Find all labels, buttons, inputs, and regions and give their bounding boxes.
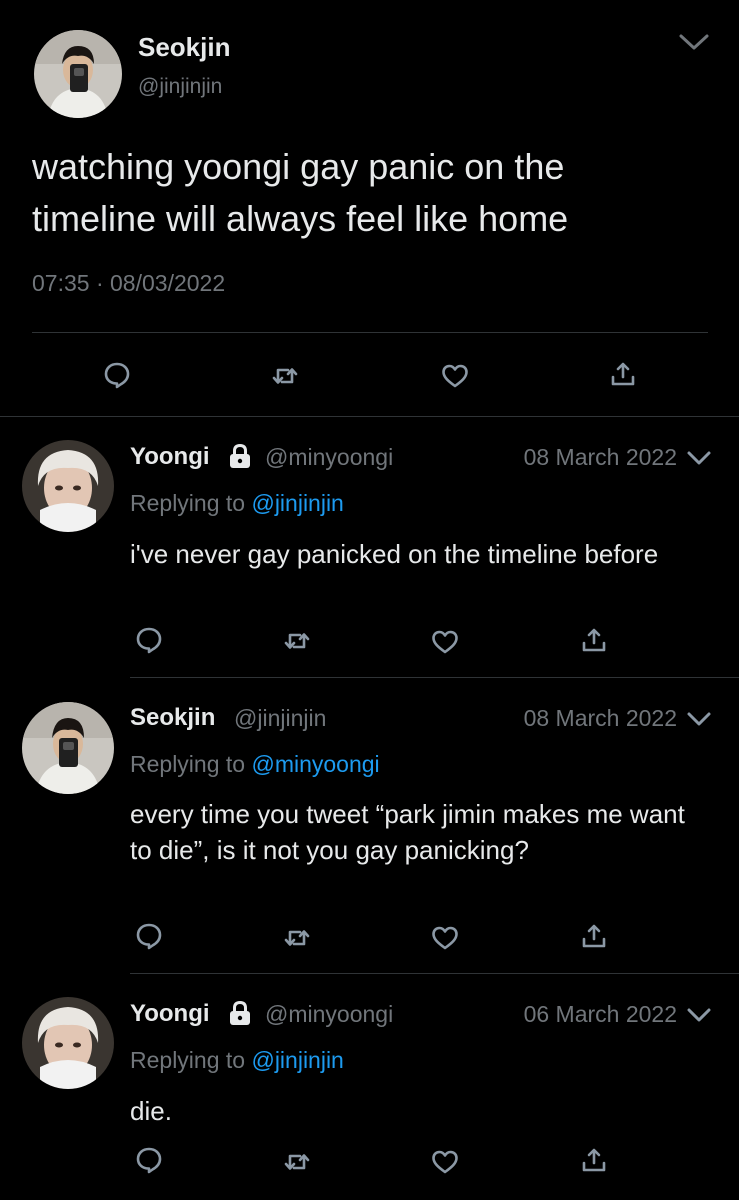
chevron-down-icon[interactable]	[678, 32, 710, 52]
tweet-time: 07:35	[32, 270, 90, 296]
reply-date[interactable]: 08 March 2022	[524, 705, 677, 732]
avatar-seokjin[interactable]	[34, 30, 122, 118]
share-button[interactable]	[579, 921, 609, 951]
heart-icon	[432, 926, 458, 950]
retweet-icon	[284, 1154, 310, 1170]
reply-text: die.	[130, 1096, 172, 1126]
reply-date[interactable]: 06 March 2022	[524, 1001, 677, 1028]
divider	[32, 332, 708, 333]
replying-prefix: Replying to	[130, 490, 252, 516]
heart-icon	[432, 1150, 458, 1174]
replying-prefix: Replying to	[130, 751, 252, 777]
avatar-yoongi[interactable]	[22, 440, 114, 532]
reply-author-handle[interactable]: @minyoongi	[265, 444, 393, 471]
reply-button[interactable]	[134, 921, 164, 951]
mention-link[interactable]: @jinjinjin	[251, 490, 343, 516]
retweet-button[interactable]	[282, 1147, 312, 1177]
like-button[interactable]	[430, 1147, 460, 1177]
main-tweet-timestamp[interactable]: 07:35 · 08/03/2022	[32, 270, 225, 297]
replying-to: Replying to @jinjinjin	[130, 1047, 344, 1074]
share-button[interactable]	[579, 1145, 609, 1175]
replying-prefix: Replying to	[130, 1047, 252, 1073]
reply-author-name[interactable]: Yoongi	[130, 1000, 210, 1028]
reply-button[interactable]	[134, 625, 164, 655]
reply-icon	[136, 1147, 162, 1174]
lock-icon	[227, 443, 253, 469]
divider	[130, 677, 739, 678]
reply-author-handle[interactable]: @jinjinjin	[234, 705, 326, 732]
reply-icon	[136, 923, 162, 950]
retweet-button[interactable]	[270, 361, 300, 391]
main-author-name[interactable]: Seokjin	[138, 32, 230, 63]
share-icon	[611, 362, 635, 386]
heart-icon	[442, 364, 468, 388]
retweet-icon	[284, 930, 310, 946]
reply-button[interactable]	[134, 1145, 164, 1175]
share-button[interactable]	[579, 625, 609, 655]
heart-icon	[432, 630, 458, 654]
reply-button[interactable]	[102, 360, 132, 390]
reply-author-name[interactable]: Yoongi	[130, 443, 210, 471]
replying-to: Replying to @jinjinjin	[130, 490, 344, 517]
chevron-down-icon[interactable]	[686, 449, 712, 467]
meta-separator: ·	[95, 270, 104, 296]
divider	[130, 973, 739, 974]
mention-link[interactable]: @jinjinjin	[251, 1047, 343, 1073]
reply-author-handle[interactable]: @minyoongi	[265, 1001, 393, 1028]
reply-text: i've never gay panicked on the timeline …	[130, 539, 659, 569]
divider	[0, 416, 739, 417]
like-button[interactable]	[440, 361, 470, 391]
reply-icon	[104, 362, 130, 389]
avatar-seokjin[interactable]	[22, 702, 114, 794]
lock-icon	[227, 1000, 253, 1026]
like-button[interactable]	[430, 627, 460, 657]
retweet-button[interactable]	[282, 626, 312, 656]
share-icon	[582, 1148, 606, 1172]
share-icon	[582, 924, 606, 948]
chevron-down-icon[interactable]	[686, 1006, 712, 1024]
main-tweet-text: watching yoongi gay panic on the timelin…	[32, 146, 569, 239]
main-author-handle[interactable]: @jinjinjin	[138, 75, 222, 99]
avatar-yoongi[interactable]	[22, 997, 114, 1089]
share-icon	[582, 628, 606, 652]
tweet-date: 08/03/2022	[110, 270, 226, 296]
retweet-button[interactable]	[282, 923, 312, 953]
chevron-down-icon[interactable]	[686, 710, 712, 728]
mention-link[interactable]: @minyoongi	[251, 751, 379, 777]
replying-to: Replying to @minyoongi	[130, 751, 380, 778]
reply-author-name[interactable]: Seokjin	[130, 704, 215, 732]
like-button[interactable]	[430, 923, 460, 953]
reply-icon	[136, 627, 162, 654]
reply-date[interactable]: 08 March 2022	[524, 444, 677, 471]
reply-text: every time you tweet “park jimin makes m…	[130, 799, 685, 865]
retweet-icon	[284, 633, 310, 649]
share-button[interactable]	[608, 359, 638, 389]
retweet-icon	[272, 368, 298, 384]
